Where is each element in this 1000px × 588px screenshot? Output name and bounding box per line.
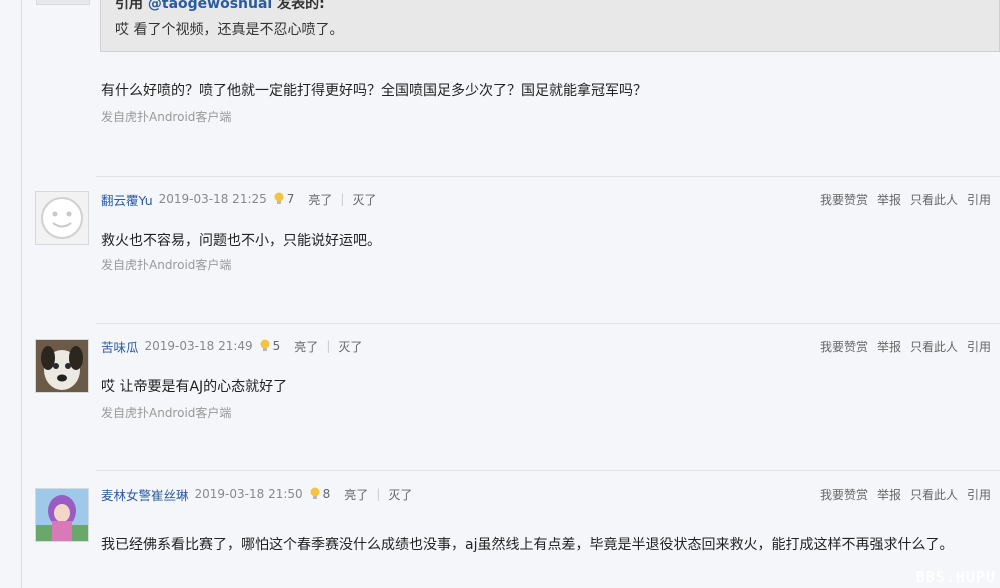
dog-avatar-icon <box>36 340 88 392</box>
divider <box>96 323 1000 324</box>
reply-source: 发自虎扑Android客户端 <box>101 110 232 124</box>
light-count: 5 <box>272 339 281 353</box>
divider <box>96 470 1000 471</box>
reward-link[interactable]: 我要赞赏 <box>820 191 868 208</box>
light-button[interactable]: 亮了 <box>294 338 318 355</box>
quote-author-link[interactable]: @taogewoshuai <box>148 0 272 12</box>
left-border <box>21 0 22 588</box>
report-link[interactable]: 举报 <box>877 191 901 208</box>
reply-text: 有什么好喷的？喷了他就一定能打得更好吗？全国喷国足多少次了？国足就能拿冠军吗？ <box>101 83 647 99</box>
avatar-user[interactable] <box>35 488 89 542</box>
quote-link[interactable]: 引用 <box>967 486 991 503</box>
post-time: 2019-03-18 21:50 <box>194 487 303 501</box>
light-button[interactable]: 亮了 <box>308 191 332 208</box>
reward-link[interactable]: 我要赞赏 <box>820 338 868 355</box>
quote-header: 引用 @taogewoshuai 发表的: <box>115 0 325 13</box>
post-actions: 我要赞赏 举报 只看此人 引用 <box>820 484 1000 504</box>
post-actions: 我要赞赏 举报 只看此人 引用 <box>820 189 1000 209</box>
site-watermark: BBS.HUPU <box>915 568 996 586</box>
username-link[interactable]: 苦味瓜 <box>101 337 139 356</box>
post-content: 我已经佛系看比赛了，哪怕这个春季赛没什么成绩也没事，aj虽然线上有点差，毕竟是半… <box>101 537 954 553</box>
quote-box: 引用 @taogewoshuai 发表的: 哎 看了个视频，还真是不忍心喷了。 <box>100 0 1000 52</box>
post-actions: 我要赞赏 举报 只看此人 引用 <box>820 336 1000 356</box>
quote-text: 哎 看了个视频，还真是不忍心喷了。 <box>115 22 344 38</box>
light-count: 7 <box>286 192 295 206</box>
lightbulb-icon <box>310 487 320 499</box>
quote-link[interactable]: 引用 <box>967 338 991 355</box>
separator: | <box>326 339 331 353</box>
reward-link[interactable]: 我要赞赏 <box>820 486 868 503</box>
quote-prefix: 引用 <box>115 0 148 12</box>
dark-button[interactable]: 灭了 <box>338 338 362 355</box>
post-content: 哎 让帝要是有AJ的心态就好了 <box>101 379 288 395</box>
post-content: 救火也不容易，问题也不小，只能说好运吧。 <box>101 233 381 249</box>
post-source: 发自虎扑Android客户端 <box>101 258 232 272</box>
quote-suffix: 发表的: <box>272 0 325 12</box>
report-link[interactable]: 举报 <box>877 338 901 355</box>
dark-button[interactable]: 灭了 <box>352 191 376 208</box>
only-author-link[interactable]: 只看此人 <box>910 338 958 355</box>
dark-button[interactable]: 灭了 <box>388 486 412 503</box>
separator: | <box>340 192 345 206</box>
previous-avatar <box>36 0 90 5</box>
light-button[interactable]: 亮了 <box>344 486 368 503</box>
default-avatar-icon <box>36 192 88 244</box>
lightbulb-icon <box>260 339 270 351</box>
only-author-link[interactable]: 只看此人 <box>910 486 958 503</box>
girl-avatar-icon <box>36 489 88 541</box>
light-count: 8 <box>322 487 331 501</box>
avatar-default[interactable] <box>35 191 89 245</box>
post-meta: 麦林女警崔丝琳 2019-03-18 21:50 8 亮了 | 灭了 <box>101 484 412 504</box>
username-link[interactable]: 麦林女警崔丝琳 <box>101 485 189 504</box>
separator: | <box>376 487 381 501</box>
avatar-user[interactable] <box>35 339 89 393</box>
post-meta: 翻云覆Yu 2019-03-18 21:25 7 亮了 | 灭了 <box>101 189 376 209</box>
report-link[interactable]: 举报 <box>877 486 901 503</box>
only-author-link[interactable]: 只看此人 <box>910 191 958 208</box>
post-meta: 苦味瓜 2019-03-18 21:49 5 亮了 | 灭了 <box>101 336 362 356</box>
lightbulb-icon <box>274 192 284 204</box>
post-time: 2019-03-18 21:49 <box>144 339 253 353</box>
post-time: 2019-03-18 21:25 <box>158 192 267 206</box>
username-link[interactable]: 翻云覆Yu <box>101 190 153 209</box>
divider <box>96 176 1000 177</box>
post-source: 发自虎扑Android客户端 <box>101 406 232 420</box>
quote-link[interactable]: 引用 <box>967 191 991 208</box>
